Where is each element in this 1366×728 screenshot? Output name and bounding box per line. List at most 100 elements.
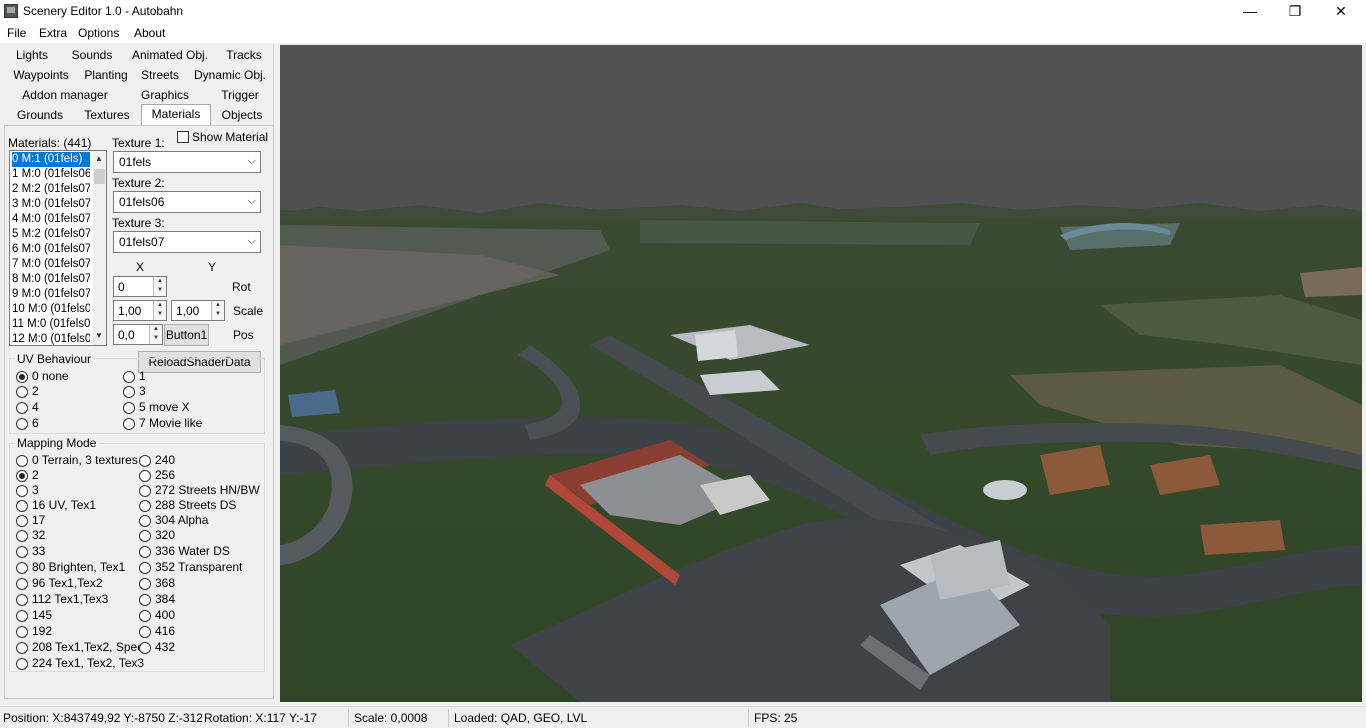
minimize-button[interactable]: — <box>1227 0 1273 23</box>
tab-addon-manager[interactable]: Addon manager <box>6 86 124 106</box>
uv-behaviour-title: UV Behaviour <box>15 352 94 366</box>
mapping-option-radio[interactable] <box>16 658 28 670</box>
mapping-option-radio[interactable] <box>16 546 28 558</box>
mapping-option-radio[interactable] <box>139 530 151 542</box>
material-list-item[interactable]: 7 M:0 (01fels07 <box>12 257 90 272</box>
mapping-option-radio[interactable] <box>139 578 151 590</box>
scroll-thumb[interactable] <box>94 169 105 184</box>
mapping-option-radio[interactable] <box>16 562 28 574</box>
mapping-option-radio[interactable] <box>139 610 151 622</box>
uv-option-radio[interactable] <box>16 418 28 430</box>
material-list-item[interactable]: 12 M:0 (01fels0 <box>12 332 90 345</box>
uv-option-radio[interactable] <box>123 386 135 398</box>
material-list-item[interactable]: 2 M:2 (01fels07 <box>12 182 90 197</box>
mapping-option-radio[interactable] <box>139 594 151 606</box>
material-list-item[interactable]: 11 M:0 (01fels0 <box>12 317 90 332</box>
mapping-option-radio[interactable] <box>139 546 151 558</box>
scroll-down-icon[interactable]: ▼ <box>95 331 103 340</box>
mapping-option-label: 32 <box>32 528 46 542</box>
mapping-option-radio[interactable] <box>16 485 28 497</box>
mapping-option-radio[interactable] <box>139 485 151 497</box>
pos-x-stepper[interactable]: 0,0 ▲ ▼ <box>113 324 163 345</box>
material-list-item[interactable]: 10 M:0 (01fels0 <box>12 302 90 317</box>
material-list-item[interactable]: 6 M:0 (01fels07 <box>12 242 90 257</box>
material-list-item[interactable]: 1 M:0 (01fels06 <box>12 167 90 182</box>
tab-dynamic-obj[interactable]: Dynamic Obj. <box>189 66 271 86</box>
scroll-up-icon[interactable]: ▲ <box>95 154 103 163</box>
tab-lights[interactable]: Lights <box>6 46 58 66</box>
tab-graphics[interactable]: Graphics <box>126 86 204 106</box>
mapping-option-radio[interactable] <box>16 578 28 590</box>
stepper-buttons[interactable]: ▲ ▼ <box>211 301 224 320</box>
tab-objects[interactable]: Objects <box>212 106 272 126</box>
mapping-option-radio[interactable] <box>16 610 28 622</box>
uv-option-radio[interactable] <box>16 386 28 398</box>
uv-option-label: 2 <box>32 384 39 398</box>
mapping-option-radio[interactable] <box>16 530 28 542</box>
mapping-option-radio[interactable] <box>16 642 28 654</box>
close-button[interactable]: ✕ <box>1318 0 1364 23</box>
stepper-buttons[interactable]: ▲ ▼ <box>153 301 166 320</box>
material-list-item[interactable]: 8 M:0 (01fels07 <box>12 272 90 287</box>
stepper-buttons[interactable]: ▲ ▼ <box>149 325 162 344</box>
mapping-option-radio[interactable] <box>16 515 28 527</box>
material-list-item[interactable]: 0 M:1 (01fels) <box>11 151 91 168</box>
list-scrollbar[interactable]: ▲ ▼ <box>93 151 106 345</box>
mapping-option-radio[interactable] <box>139 470 151 482</box>
rot-x-value: 0 <box>118 280 125 294</box>
mapping-option-radio[interactable] <box>16 455 28 467</box>
uv-option-label: 5 move X <box>139 400 190 414</box>
tab-waypoints[interactable]: Waypoints <box>6 66 76 86</box>
tab-streets[interactable]: Streets <box>137 66 183 86</box>
mapping-option-radio[interactable] <box>139 642 151 654</box>
material-list-item[interactable]: 5 M:2 (01fels07 <box>12 227 90 242</box>
texture1-select[interactable]: 01fels ⌵ <box>113 151 261 173</box>
mapping-option-radio[interactable] <box>139 562 151 574</box>
materials-list[interactable]: ▲ ▼ 0 M:1 (01fels) 1 M:0 (01fels06 2 M:2 (… <box>9 150 107 346</box>
maximize-button[interactable]: ❐ <box>1272 0 1318 23</box>
tab-trigger[interactable]: Trigger <box>210 86 270 106</box>
stepper-buttons[interactable]: ▲ ▼ <box>153 277 166 296</box>
scale-x-stepper[interactable]: 1,00 ▲ ▼ <box>113 300 167 321</box>
mapping-option-radio[interactable] <box>16 594 28 606</box>
mapping-option-label: 272 Streets HN/BW <box>155 483 260 497</box>
material-list-item[interactable]: 3 M:0 (01fels07 <box>12 197 90 212</box>
material-list-item[interactable]: 9 M:0 (01fels07 <box>12 287 90 302</box>
uv-option-radio[interactable] <box>16 402 28 414</box>
mapping-option-label: 3 <box>32 483 39 497</box>
rot-x-stepper[interactable]: 0 ▲ ▼ <box>113 276 167 297</box>
status-rotation: Rotation: X:117 Y:-17 <box>204 711 317 725</box>
tab-planting[interactable]: Planting <box>78 66 134 86</box>
mapping-option-radio[interactable] <box>139 455 151 467</box>
tab-grounds[interactable]: Grounds <box>6 106 74 126</box>
uv-option-radio[interactable] <box>123 402 135 414</box>
mapping-option-radio[interactable] <box>16 470 28 482</box>
mapping-option-radio[interactable] <box>139 500 151 512</box>
menu-file[interactable]: File <box>7 26 26 40</box>
y-header: Y <box>208 260 217 274</box>
tab-animated-obj[interactable]: Animated Obj. <box>125 46 215 66</box>
uv-option-radio[interactable] <box>123 418 135 430</box>
uv-option-radio[interactable] <box>123 371 135 383</box>
tab-materials[interactable]: Materials <box>141 104 211 126</box>
mapping-option-radio[interactable] <box>16 626 28 638</box>
menu-extra[interactable]: Extra <box>39 26 67 40</box>
uv-option-radio[interactable] <box>16 371 28 383</box>
texture2-select[interactable]: 01fels06 ⌵ <box>113 191 261 213</box>
tab-tracks[interactable]: Tracks <box>218 46 270 66</box>
show-material-checkbox[interactable] <box>177 131 189 143</box>
texture3-select[interactable]: 01fels07 ⌵ <box>113 231 261 253</box>
tab-textures[interactable]: Textures <box>74 106 140 126</box>
mapping-option-label: 16 UV, Tex1 <box>32 498 97 512</box>
tab-sounds[interactable]: Sounds <box>62 46 122 66</box>
material-list-item[interactable]: 4 M:0 (01fels07 <box>12 212 90 227</box>
menu-about[interactable]: About <box>134 26 165 40</box>
scale-label: Scale <box>233 304 264 318</box>
3d-viewport[interactable] <box>280 45 1362 702</box>
mapping-option-radio[interactable] <box>139 515 151 527</box>
menu-options[interactable]: Options <box>78 26 119 40</box>
button1[interactable]: Button1 <box>164 324 209 346</box>
mapping-option-radio[interactable] <box>16 500 28 512</box>
mapping-option-radio[interactable] <box>139 626 151 638</box>
scale-y-stepper[interactable]: 1,00 ▲ ▼ <box>171 300 225 321</box>
